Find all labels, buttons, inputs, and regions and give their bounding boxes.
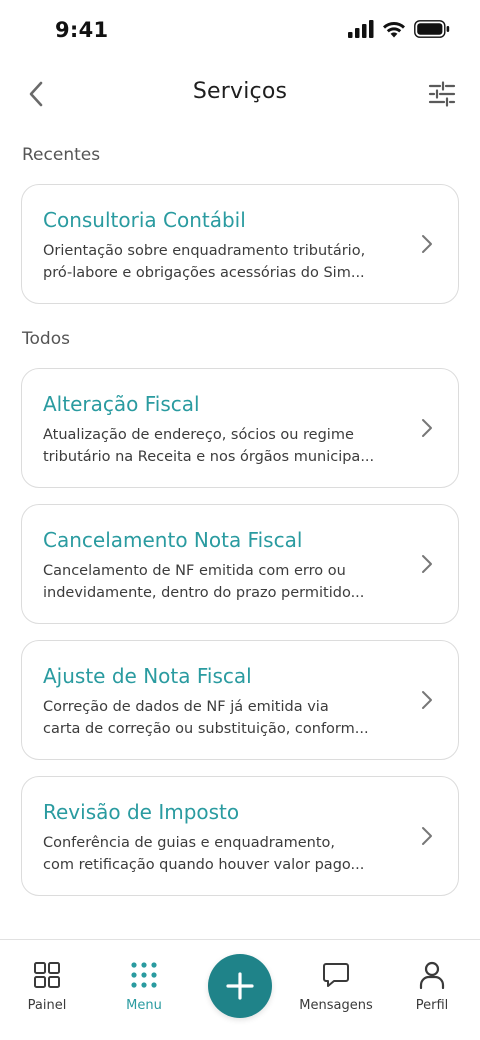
dots-grid-icon	[129, 960, 159, 990]
service-title: Cancelamento Nota Fiscal	[43, 528, 303, 552]
service-description-line: Conferência de guias e enquadramento,	[43, 835, 336, 851]
chevron-right-icon	[422, 691, 432, 709]
plus-icon	[226, 972, 254, 1000]
service-description: Correção de dados de NF já emitida via c…	[43, 696, 413, 740]
service-description-line: tributário na Receita e nos órgãos munic…	[43, 449, 375, 465]
bottom-nav: Painel Menu Mensagens Perfil	[0, 939, 480, 1040]
page-title: Serviços	[192, 79, 288, 104]
status-time: 9:41	[55, 18, 109, 42]
chat-bubble-icon	[321, 960, 351, 990]
header: Serviços	[0, 62, 480, 126]
service-description: Atualização de endereço, sócios ou regim…	[43, 424, 413, 468]
nav-item-mensagens[interactable]: Mensagens	[291, 960, 381, 1013]
service-description: Orientação sobre enquadramento tributári…	[43, 240, 413, 284]
service-card-consultoria[interactable]: Consultoria Contábil Orientação sobre en…	[21, 184, 459, 304]
chevron-right-icon	[422, 555, 432, 573]
nav-label: Menu	[126, 998, 162, 1013]
service-description-line: Atualização de endereço, sócios ou regim…	[43, 427, 354, 443]
service-description: Cancelamento de NF emitida com erro ou i…	[43, 560, 413, 604]
nav-item-menu[interactable]: Menu	[99, 960, 189, 1013]
service-description: Conferência de guias e enquadramento, co…	[43, 832, 413, 876]
nav-label: Perfil	[415, 998, 449, 1013]
sliders-icon	[428, 81, 456, 107]
section-label-all: Todos	[22, 329, 70, 349]
filter-button[interactable]	[424, 76, 460, 112]
nav-label: Painel	[27, 998, 67, 1013]
service-title: Alteração Fiscal	[43, 392, 200, 416]
wifi-icon	[383, 22, 405, 38]
nav-item-perfil[interactable]: Perfil	[387, 960, 477, 1013]
grid-icon	[32, 960, 62, 990]
chevron-right-icon	[422, 419, 432, 437]
chevron-right-icon	[422, 235, 432, 253]
service-description-line: pró-labore e obrigações acessórias do Si…	[43, 265, 365, 281]
add-button[interactable]	[208, 954, 272, 1018]
chevron-right-icon	[422, 827, 432, 845]
service-card-ajuste-nota[interactable]: Ajuste de Nota Fiscal Correção de dados …	[21, 640, 459, 760]
service-card-revisao-imposto[interactable]: Revisão de Imposto Conferência de guias …	[21, 776, 459, 896]
service-title: Revisão de Imposto	[43, 800, 240, 824]
service-card-alteracao-fiscal[interactable]: Alteração Fiscal Atualização de endereço…	[21, 368, 459, 488]
service-description-line: Cancelamento de NF emitida com erro ou	[43, 563, 346, 579]
nav-label: Mensagens	[299, 998, 373, 1013]
service-description-line: com retificação quando houver valor pago…	[43, 857, 365, 873]
battery-icon	[414, 20, 450, 38]
service-description-line: Orientação sobre enquadramento tributári…	[43, 243, 366, 259]
section-label-recent: Recentes	[22, 145, 101, 165]
service-card-cancelamento-nota[interactable]: Cancelamento Nota Fiscal Cancelamento de…	[21, 504, 459, 624]
service-title: Consultoria Contábil	[43, 208, 246, 232]
service-description-line: carta de correção ou substituição, confo…	[43, 721, 369, 737]
status-icons	[348, 20, 450, 38]
service-title: Ajuste de Nota Fiscal	[43, 664, 252, 688]
service-description-line: Correção de dados de NF já emitida via	[43, 699, 329, 715]
status-bar: 9:41	[0, 0, 480, 62]
cellular-signal-icon	[348, 20, 374, 38]
nav-item-painel[interactable]: Painel	[2, 960, 92, 1013]
person-icon	[417, 960, 447, 990]
service-description-line: indevidamente, dentro do prazo permitido…	[43, 585, 365, 601]
